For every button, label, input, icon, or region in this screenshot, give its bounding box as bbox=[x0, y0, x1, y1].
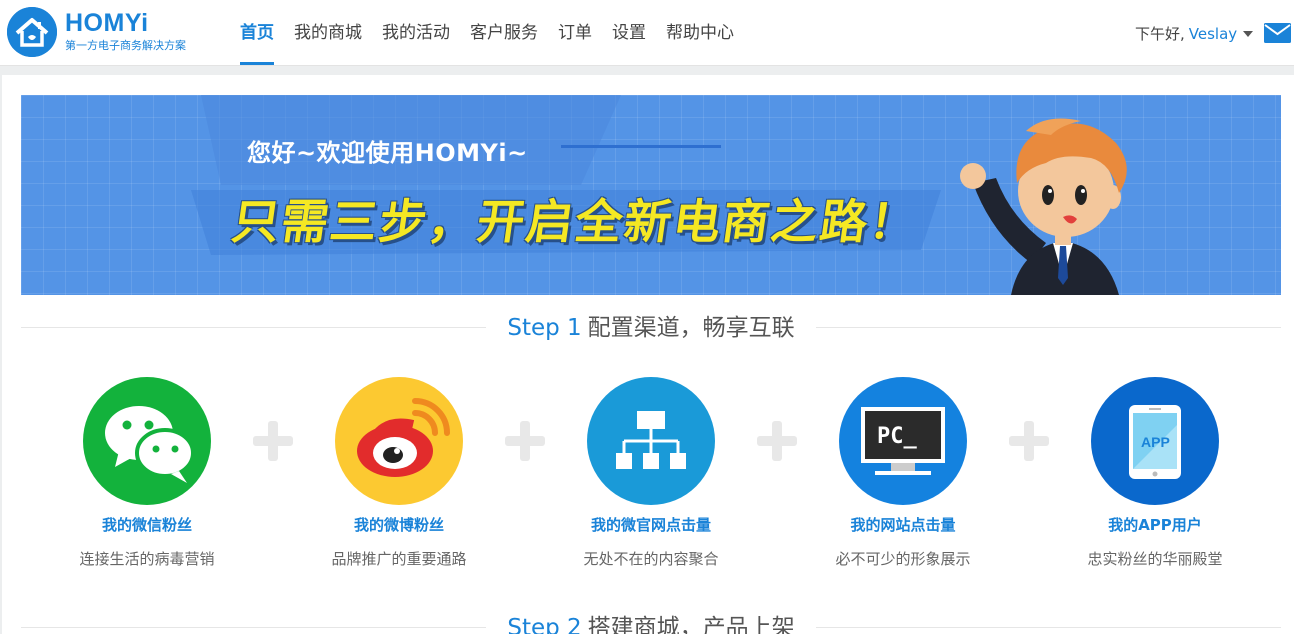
step1-description: 配置渠道，畅享互联 bbox=[587, 315, 795, 341]
top-navbar: HOMYi 第一方电子商务解决方案 首页 我的商城 我的活动 客户服务 订单 设… bbox=[0, 0, 1294, 66]
channel-description: 必不可少的形象展示 bbox=[835, 550, 971, 568]
homyi-logo[interactable] bbox=[7, 7, 57, 57]
phone-app-icon[interactable]: APP bbox=[1091, 377, 1219, 505]
step1-number: Step 1 bbox=[507, 315, 582, 341]
mascot-illustration bbox=[960, 118, 1127, 295]
step2-heading: Step 2 搭建商城，产品上架 bbox=[21, 613, 1281, 634]
channel-wechat[interactable]: 我的微信粉丝 连接生活的病毒营销 bbox=[47, 377, 247, 569]
channel-description: 忠实粉丝的华丽殿堂 bbox=[1087, 550, 1223, 568]
main-content: 您好~欢迎使用HOMYi~ 只需三步，开启全新电商之路！ Step 1 配置渠道… bbox=[2, 75, 1294, 634]
weibo-icon[interactable] bbox=[335, 377, 463, 505]
wechat-icon[interactable] bbox=[83, 377, 211, 505]
channel-website[interactable]: PC_ 我的网站点击量 必不可少的形象展示 bbox=[803, 377, 1003, 569]
plus-icon bbox=[505, 421, 545, 461]
house-logo-icon bbox=[7, 7, 57, 57]
channel-weibo[interactable]: 我的微博粉丝 品牌推广的重要通路 bbox=[299, 377, 499, 569]
banner-divider bbox=[561, 145, 721, 148]
channel-title[interactable]: 我的网站点击量 bbox=[803, 515, 1003, 535]
nav-my-activities[interactable]: 我的活动 bbox=[382, 0, 450, 66]
user-menu[interactable]: 下午好, Veslay bbox=[1135, 23, 1254, 44]
channel-title[interactable]: 我的APP用户 bbox=[1055, 515, 1255, 535]
plus-icon bbox=[757, 421, 797, 461]
nav-customer-service[interactable]: 客户服务 bbox=[470, 0, 538, 66]
channel-title[interactable]: 我的微博粉丝 bbox=[299, 515, 499, 535]
caret-down-icon[interactable] bbox=[1243, 30, 1254, 37]
pc-monitor-icon[interactable]: PC_ bbox=[839, 377, 967, 505]
plus-icon bbox=[253, 421, 293, 461]
main-nav: 首页 我的商城 我的活动 客户服务 订单 设置 帮助中心 bbox=[240, 0, 754, 66]
banner-title: 只需三步，开启全新电商之路！ bbox=[228, 195, 923, 250]
step2-text: Step 2 搭建商城，产品上架 bbox=[21, 613, 1281, 634]
sitemap-icon[interactable] bbox=[587, 377, 715, 505]
channel-description: 品牌推广的重要通路 bbox=[331, 550, 467, 568]
username[interactable]: Veslay bbox=[1189, 25, 1237, 43]
app-label: APP bbox=[1141, 434, 1170, 450]
pc-label: PC_ bbox=[877, 424, 917, 449]
step2-description: 搭建商城，产品上架 bbox=[587, 615, 795, 634]
channel-description: 无处不在的内容聚合 bbox=[583, 550, 719, 568]
plus-icon bbox=[1009, 421, 1049, 461]
step1-heading: Step 1 配置渠道，畅享互联 bbox=[21, 313, 1281, 343]
channel-title[interactable]: 我的微官网点击量 bbox=[551, 515, 751, 535]
mail-icon[interactable] bbox=[1264, 23, 1291, 43]
banner-subtitle: 您好~欢迎使用HOMYi~ bbox=[247, 139, 528, 167]
brand-tagline: 第一方电子商务解决方案 bbox=[65, 39, 186, 52]
step2-number: Step 2 bbox=[507, 615, 582, 634]
channel-description: 连接生活的病毒营销 bbox=[79, 550, 215, 568]
channel-title[interactable]: 我的微信粉丝 bbox=[47, 515, 247, 535]
nav-help-center[interactable]: 帮助中心 bbox=[666, 0, 734, 66]
nav-home[interactable]: 首页 bbox=[240, 0, 274, 65]
nav-settings[interactable]: 设置 bbox=[612, 0, 646, 66]
channel-app[interactable]: APP 我的APP用户 忠实粉丝的华丽殿堂 bbox=[1055, 377, 1255, 569]
greeting-text: 下午好, bbox=[1135, 25, 1185, 43]
brand-name: HOMYi bbox=[65, 9, 149, 37]
channel-microsite[interactable]: 我的微官网点击量 无处不在的内容聚合 bbox=[551, 377, 751, 569]
nav-my-mall[interactable]: 我的商城 bbox=[294, 0, 362, 66]
welcome-banner[interactable]: 您好~欢迎使用HOMYi~ 只需三步，开启全新电商之路！ bbox=[21, 95, 1281, 295]
step1-text: Step 1 配置渠道，畅享互联 bbox=[21, 313, 1281, 343]
nav-orders[interactable]: 订单 bbox=[558, 0, 592, 66]
